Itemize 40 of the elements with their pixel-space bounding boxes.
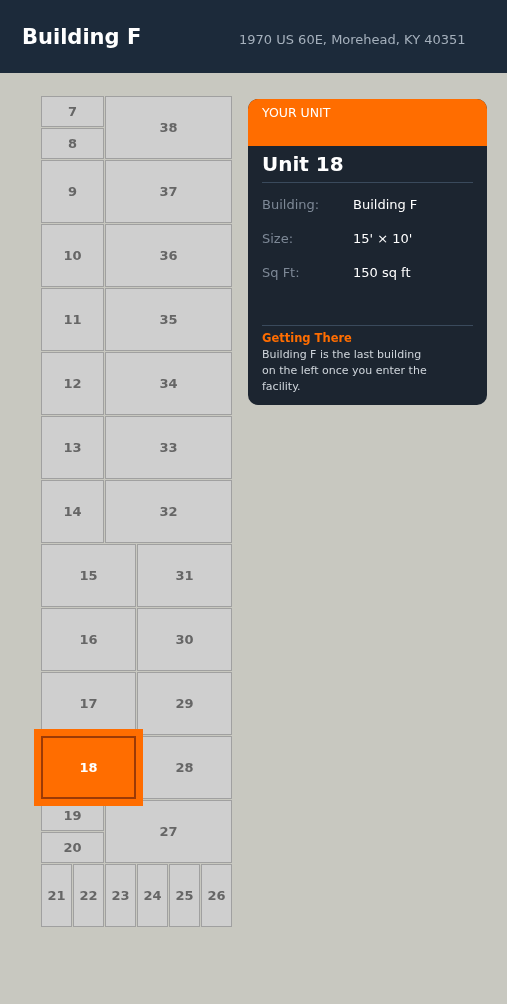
storage-unit[interactable]: 9 bbox=[41, 160, 104, 223]
detail-label: Building: bbox=[262, 197, 321, 214]
storage-unit[interactable]: 35 bbox=[105, 288, 232, 351]
storage-unit[interactable]: 21 bbox=[41, 864, 72, 927]
storage-unit[interactable]: 12 bbox=[41, 352, 104, 415]
storage-unit[interactable]: 27 bbox=[105, 800, 232, 863]
storage-unit[interactable]: 25 bbox=[169, 864, 200, 927]
directions-heading: Getting There bbox=[262, 331, 353, 345]
storage-unit[interactable]: 20 bbox=[41, 832, 104, 863]
storage-unit[interactable]: 38 bbox=[105, 96, 232, 159]
storage-unit[interactable]: 13 bbox=[41, 416, 104, 479]
storage-unit[interactable]: 10 bbox=[41, 224, 104, 287]
address-text: 1970 US 60E, Morehead, KY 40351 bbox=[239, 31, 466, 47]
storage-unit[interactable]: 26 bbox=[201, 864, 232, 927]
storage-unit[interactable]: 37 bbox=[105, 160, 232, 223]
storage-unit[interactable]: 31 bbox=[137, 544, 232, 607]
storage-unit[interactable]: 22 bbox=[73, 864, 104, 927]
storage-unit[interactable]: 23 bbox=[105, 864, 136, 927]
directions-text: Building F is the last building on the left once you enter the facility. bbox=[262, 347, 428, 395]
storage-unit[interactable]: 7 bbox=[41, 96, 104, 127]
storage-unit[interactable]: 32 bbox=[105, 480, 232, 543]
storage-unit[interactable]: 8 bbox=[41, 128, 104, 159]
detail-value: 15' × 10' bbox=[353, 231, 413, 248]
detail-value: 150 sq ft bbox=[353, 265, 411, 282]
storage-unit[interactable]: 15 bbox=[41, 544, 136, 607]
storage-unit[interactable]: 16 bbox=[41, 608, 136, 671]
detail-label: Sq Ft: bbox=[262, 265, 301, 282]
building-title: Building F bbox=[22, 24, 143, 49]
storage-unit[interactable]: 33 bbox=[105, 416, 232, 479]
card-banner: YOUR UNIT bbox=[248, 99, 487, 146]
detail-label: Size: bbox=[262, 231, 295, 248]
storage-unit[interactable]: 29 bbox=[137, 672, 232, 735]
storage-unit[interactable]: 34 bbox=[105, 352, 232, 415]
storage-unit[interactable]: 36 bbox=[105, 224, 232, 287]
detail-value: Building F bbox=[353, 197, 418, 214]
storage-unit[interactable]: 11 bbox=[41, 288, 104, 351]
storage-unit[interactable]: 30 bbox=[137, 608, 232, 671]
storage-unit[interactable]: 24 bbox=[137, 864, 168, 927]
storage-unit[interactable]: 14 bbox=[41, 480, 104, 543]
unit-title: Unit 18 bbox=[262, 152, 473, 183]
